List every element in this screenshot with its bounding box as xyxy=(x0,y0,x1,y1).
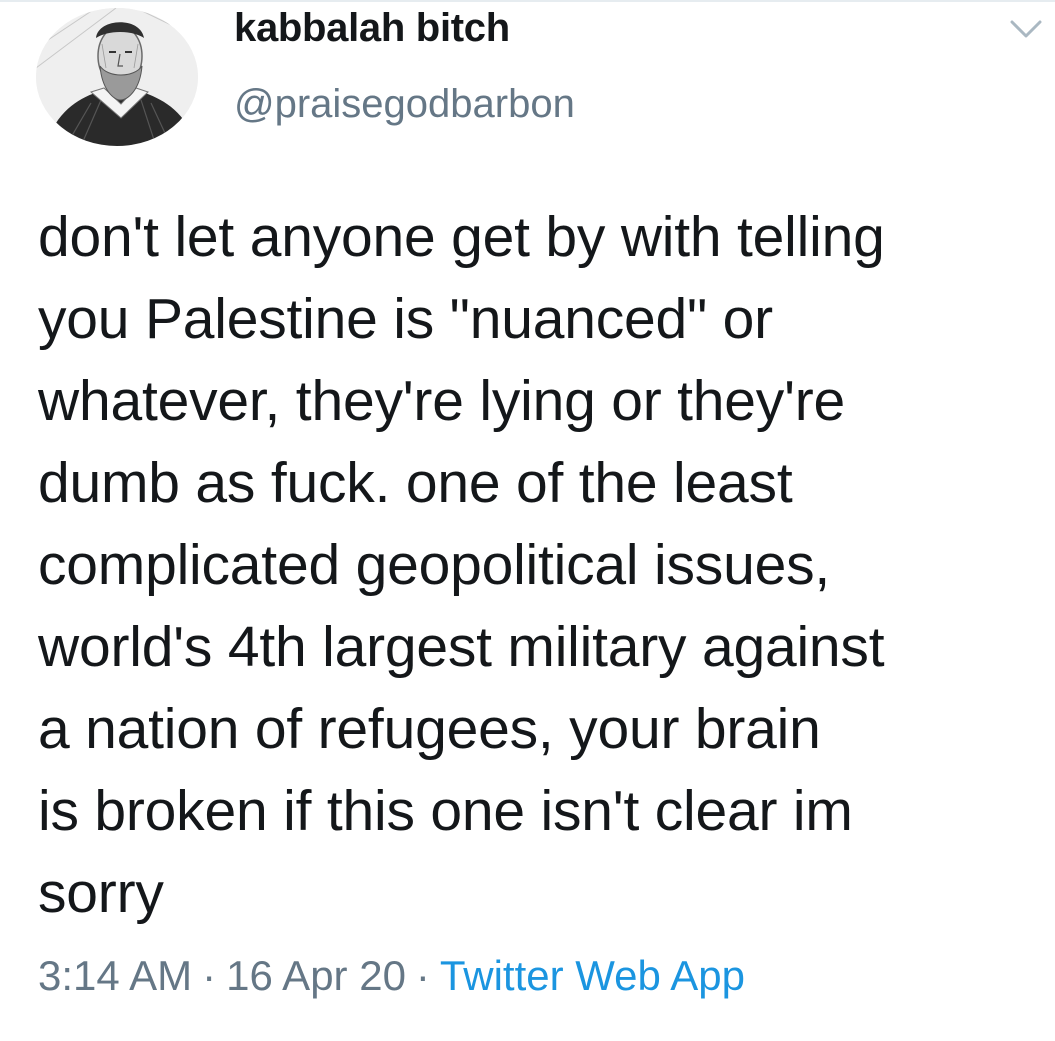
tweet-meta: 3:14 AM · 16 Apr 20 · Twitter Web App xyxy=(38,952,745,1000)
meta-separator: · xyxy=(415,952,430,999)
engraved-portrait-icon xyxy=(36,8,198,146)
top-divider xyxy=(0,0,1055,2)
user-handle[interactable]: @praisegodbarbon xyxy=(234,82,575,127)
tweet-source-link[interactable]: Twitter Web App xyxy=(440,952,745,999)
tweet-text: don't let anyone get by with telling you… xyxy=(38,205,885,925)
avatar[interactable] xyxy=(36,8,198,146)
meta-separator: · xyxy=(202,952,217,999)
tweet-time[interactable]: 3:14 AM xyxy=(38,952,192,999)
chevron-down-icon[interactable] xyxy=(1008,14,1044,44)
display-name[interactable]: kabbalah bitch xyxy=(234,6,510,51)
tweet-date[interactable]: 16 Apr 20 xyxy=(226,952,406,999)
